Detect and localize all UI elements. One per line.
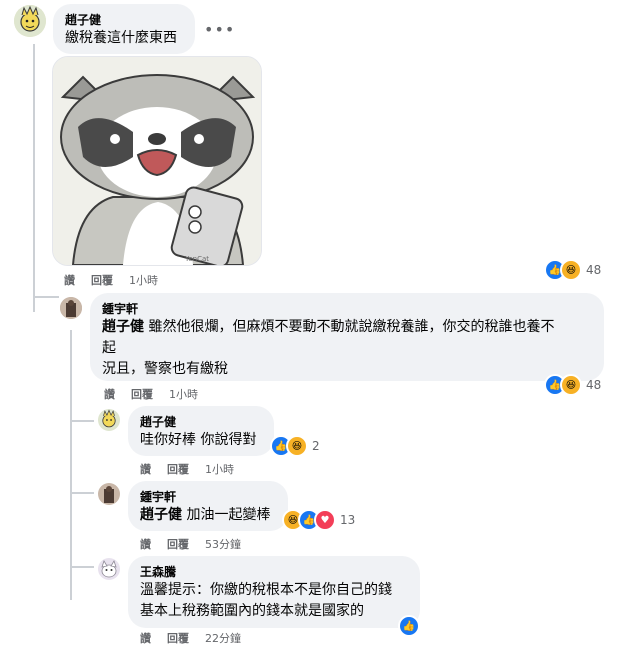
- comment-actions: 讚 回覆 22分鐘: [140, 630, 241, 646]
- comment-text: 繳稅養這什麼東西: [65, 30, 177, 46]
- reply-link[interactable]: 回覆: [167, 536, 189, 552]
- haha-icon: 😆: [286, 435, 308, 457]
- like-link[interactable]: 讚: [140, 630, 151, 646]
- comment-bubble: 鍾宇軒 趙子健 雖然他很爛，但麻煩不要動不動就說繳稅養誰，你交的稅誰也養不 起 …: [90, 293, 604, 381]
- reply-link[interactable]: 回覆: [91, 272, 113, 288]
- raccoon-sticker-icon: YenCat: [53, 57, 261, 265]
- timestamp[interactable]: 1小時: [169, 386, 198, 402]
- like-link[interactable]: 讚: [104, 386, 115, 402]
- timestamp[interactable]: 53分鐘: [205, 536, 241, 552]
- comment-text: 趙子健 雖然他很爛，但麻煩不要動不動就說繳稅養誰，你交的稅誰也養不: [102, 317, 592, 338]
- comment-line: 基本上稅務範圍內的錢本就是國家的: [140, 603, 364, 619]
- more-options-button[interactable]: •••: [204, 20, 235, 39]
- thread-line: [33, 44, 35, 312]
- reaction-summary[interactable]: 😆 👍 ♥ 13: [282, 509, 356, 531]
- like-link[interactable]: 讚: [64, 272, 75, 288]
- comment-actions: 讚 回覆 1小時: [64, 272, 158, 288]
- comment-actions: 讚 回覆 53分鐘: [140, 536, 241, 552]
- reaction-summary[interactable]: 👍 😆 48: [544, 259, 602, 281]
- like-icon: 👍: [398, 615, 420, 637]
- comment-author[interactable]: 鍾宇軒: [140, 488, 276, 505]
- avatar[interactable]: [98, 409, 120, 431]
- comment-author[interactable]: 王森騰: [140, 563, 408, 580]
- avatar[interactable]: [98, 483, 120, 505]
- like-link[interactable]: 讚: [140, 461, 151, 477]
- sticker-image[interactable]: YenCat: [52, 56, 262, 266]
- comment-bubble: 趙子健 哇你好棒 你說得對: [128, 406, 274, 456]
- comment-text: 哇你好棒 你說得對: [140, 432, 257, 448]
- comment-author[interactable]: 趙子健: [65, 11, 183, 28]
- avatar-cat-icon: [98, 558, 120, 580]
- timestamp[interactable]: 1小時: [129, 272, 158, 288]
- love-icon: ♥: [314, 509, 336, 531]
- comment-author[interactable]: 趙子健: [140, 413, 262, 430]
- reaction-count: 13: [340, 513, 356, 527]
- avatar-photo-icon: [98, 483, 120, 505]
- thread-connector: [70, 566, 94, 568]
- reply-link[interactable]: 回覆: [131, 386, 153, 402]
- reaction-count: 2: [312, 439, 320, 453]
- haha-icon: 😆: [560, 259, 582, 281]
- reaction-summary[interactable]: 👍 😆 2: [270, 435, 320, 457]
- comment-author[interactable]: 鍾宇軒: [102, 300, 592, 317]
- thread-connector: [33, 296, 59, 298]
- avatar-cartoon-icon: [14, 5, 46, 37]
- sticker-watermark: YenCat: [184, 255, 209, 263]
- mention-link[interactable]: 趙子健: [102, 319, 144, 335]
- comment-line: 起: [102, 340, 116, 356]
- comment-actions: 讚 回覆 1小時: [140, 461, 234, 477]
- avatar-photo-icon: [60, 297, 82, 319]
- comment-bubble: 趙子健 繳稅養這什麼東西: [53, 4, 195, 54]
- comment-line: 況且，警察也有繳稅: [102, 361, 228, 377]
- more-options-icon: •••: [204, 20, 236, 39]
- reply-link[interactable]: 回覆: [167, 630, 189, 646]
- comment-line: 溫馨提示：你繳的稅根本不是你自己的錢: [140, 582, 392, 598]
- timestamp[interactable]: 22分鐘: [205, 630, 241, 646]
- thread-line-replies: [70, 330, 72, 600]
- haha-icon: 😆: [560, 374, 582, 396]
- mention-link[interactable]: 趙子健: [140, 507, 182, 523]
- reaction-count: 48: [586, 263, 602, 277]
- comment-bubble: 鍾宇軒 趙子健 加油一起變棒: [128, 481, 288, 531]
- timestamp[interactable]: 1小時: [205, 461, 234, 477]
- reaction-summary[interactable]: 👍: [398, 615, 420, 637]
- comment-text: 趙子健 加油一起變棒: [140, 505, 276, 526]
- like-link[interactable]: 讚: [140, 536, 151, 552]
- avatar[interactable]: [98, 558, 120, 580]
- avatar[interactable]: [60, 297, 82, 319]
- reaction-count: 48: [586, 378, 602, 392]
- comment-actions: 讚 回覆 1小時: [104, 386, 198, 402]
- avatar-cartoon-icon: [98, 409, 120, 431]
- avatar[interactable]: [14, 5, 46, 37]
- comment-text-body: 加油一起變棒: [186, 507, 271, 523]
- thread-connector: [70, 492, 94, 494]
- comment-bubble: 王森騰 溫馨提示：你繳的稅根本不是你自己的錢 基本上稅務範圍內的錢本就是國家的: [128, 556, 420, 628]
- reaction-summary[interactable]: 👍 😆 48: [544, 374, 602, 396]
- thread-connector: [70, 420, 94, 422]
- reply-link[interactable]: 回覆: [167, 461, 189, 477]
- comment-line: 雖然他很爛，但麻煩不要動不動就說繳稅養誰，你交的稅誰也養不: [148, 319, 555, 335]
